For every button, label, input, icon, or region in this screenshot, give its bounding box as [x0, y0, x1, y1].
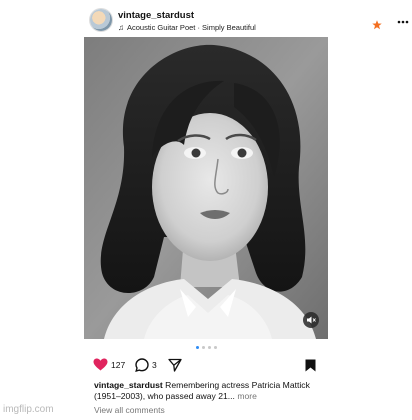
music-label: Acoustic Guitar Poet · Simply Beautiful [127, 23, 256, 32]
post-card: vintage_stardust ♫ Acoustic Guitar Poet … [0, 0, 412, 420]
more-icon[interactable] [397, 17, 409, 24]
music-note-icon: ♫ [118, 22, 124, 32]
bookmark-icon [305, 359, 316, 372]
more-link[interactable]: more [235, 391, 257, 401]
action-bar: 127 3 [93, 358, 323, 374]
avatar[interactable] [90, 9, 112, 31]
comment-button[interactable]: 3 [135, 358, 157, 372]
post-photo[interactable] [84, 37, 328, 339]
view-comments-link[interactable]: View all comments [94, 405, 165, 415]
heart-icon [93, 358, 108, 371]
carousel-dot [202, 346, 205, 349]
send-icon [168, 358, 182, 372]
caption-username[interactable]: vintage_stardust [94, 380, 163, 390]
post-header: vintage_stardust ♫ Acoustic Guitar Poet … [90, 6, 409, 34]
comment-icon [135, 358, 149, 372]
like-button[interactable]: 127 [93, 358, 125, 371]
username[interactable]: vintage_stardust [118, 10, 194, 21]
star-icon[interactable] [372, 17, 382, 35]
carousel-dot [214, 346, 217, 349]
muted-speaker-icon[interactable] [303, 312, 319, 328]
music-row[interactable]: ♫ Acoustic Guitar Poet · Simply Beautifu… [118, 23, 256, 32]
comment-count: 3 [152, 360, 157, 370]
save-button[interactable] [305, 359, 316, 377]
carousel-indicator [196, 346, 217, 349]
carousel-dot [208, 346, 211, 349]
carousel-dot [196, 346, 199, 349]
post-caption: vintage_stardust Remembering actress Pat… [94, 380, 324, 402]
share-button[interactable] [168, 358, 182, 372]
like-count: 127 [111, 359, 126, 370]
watermark: imgflip.com [3, 404, 54, 415]
